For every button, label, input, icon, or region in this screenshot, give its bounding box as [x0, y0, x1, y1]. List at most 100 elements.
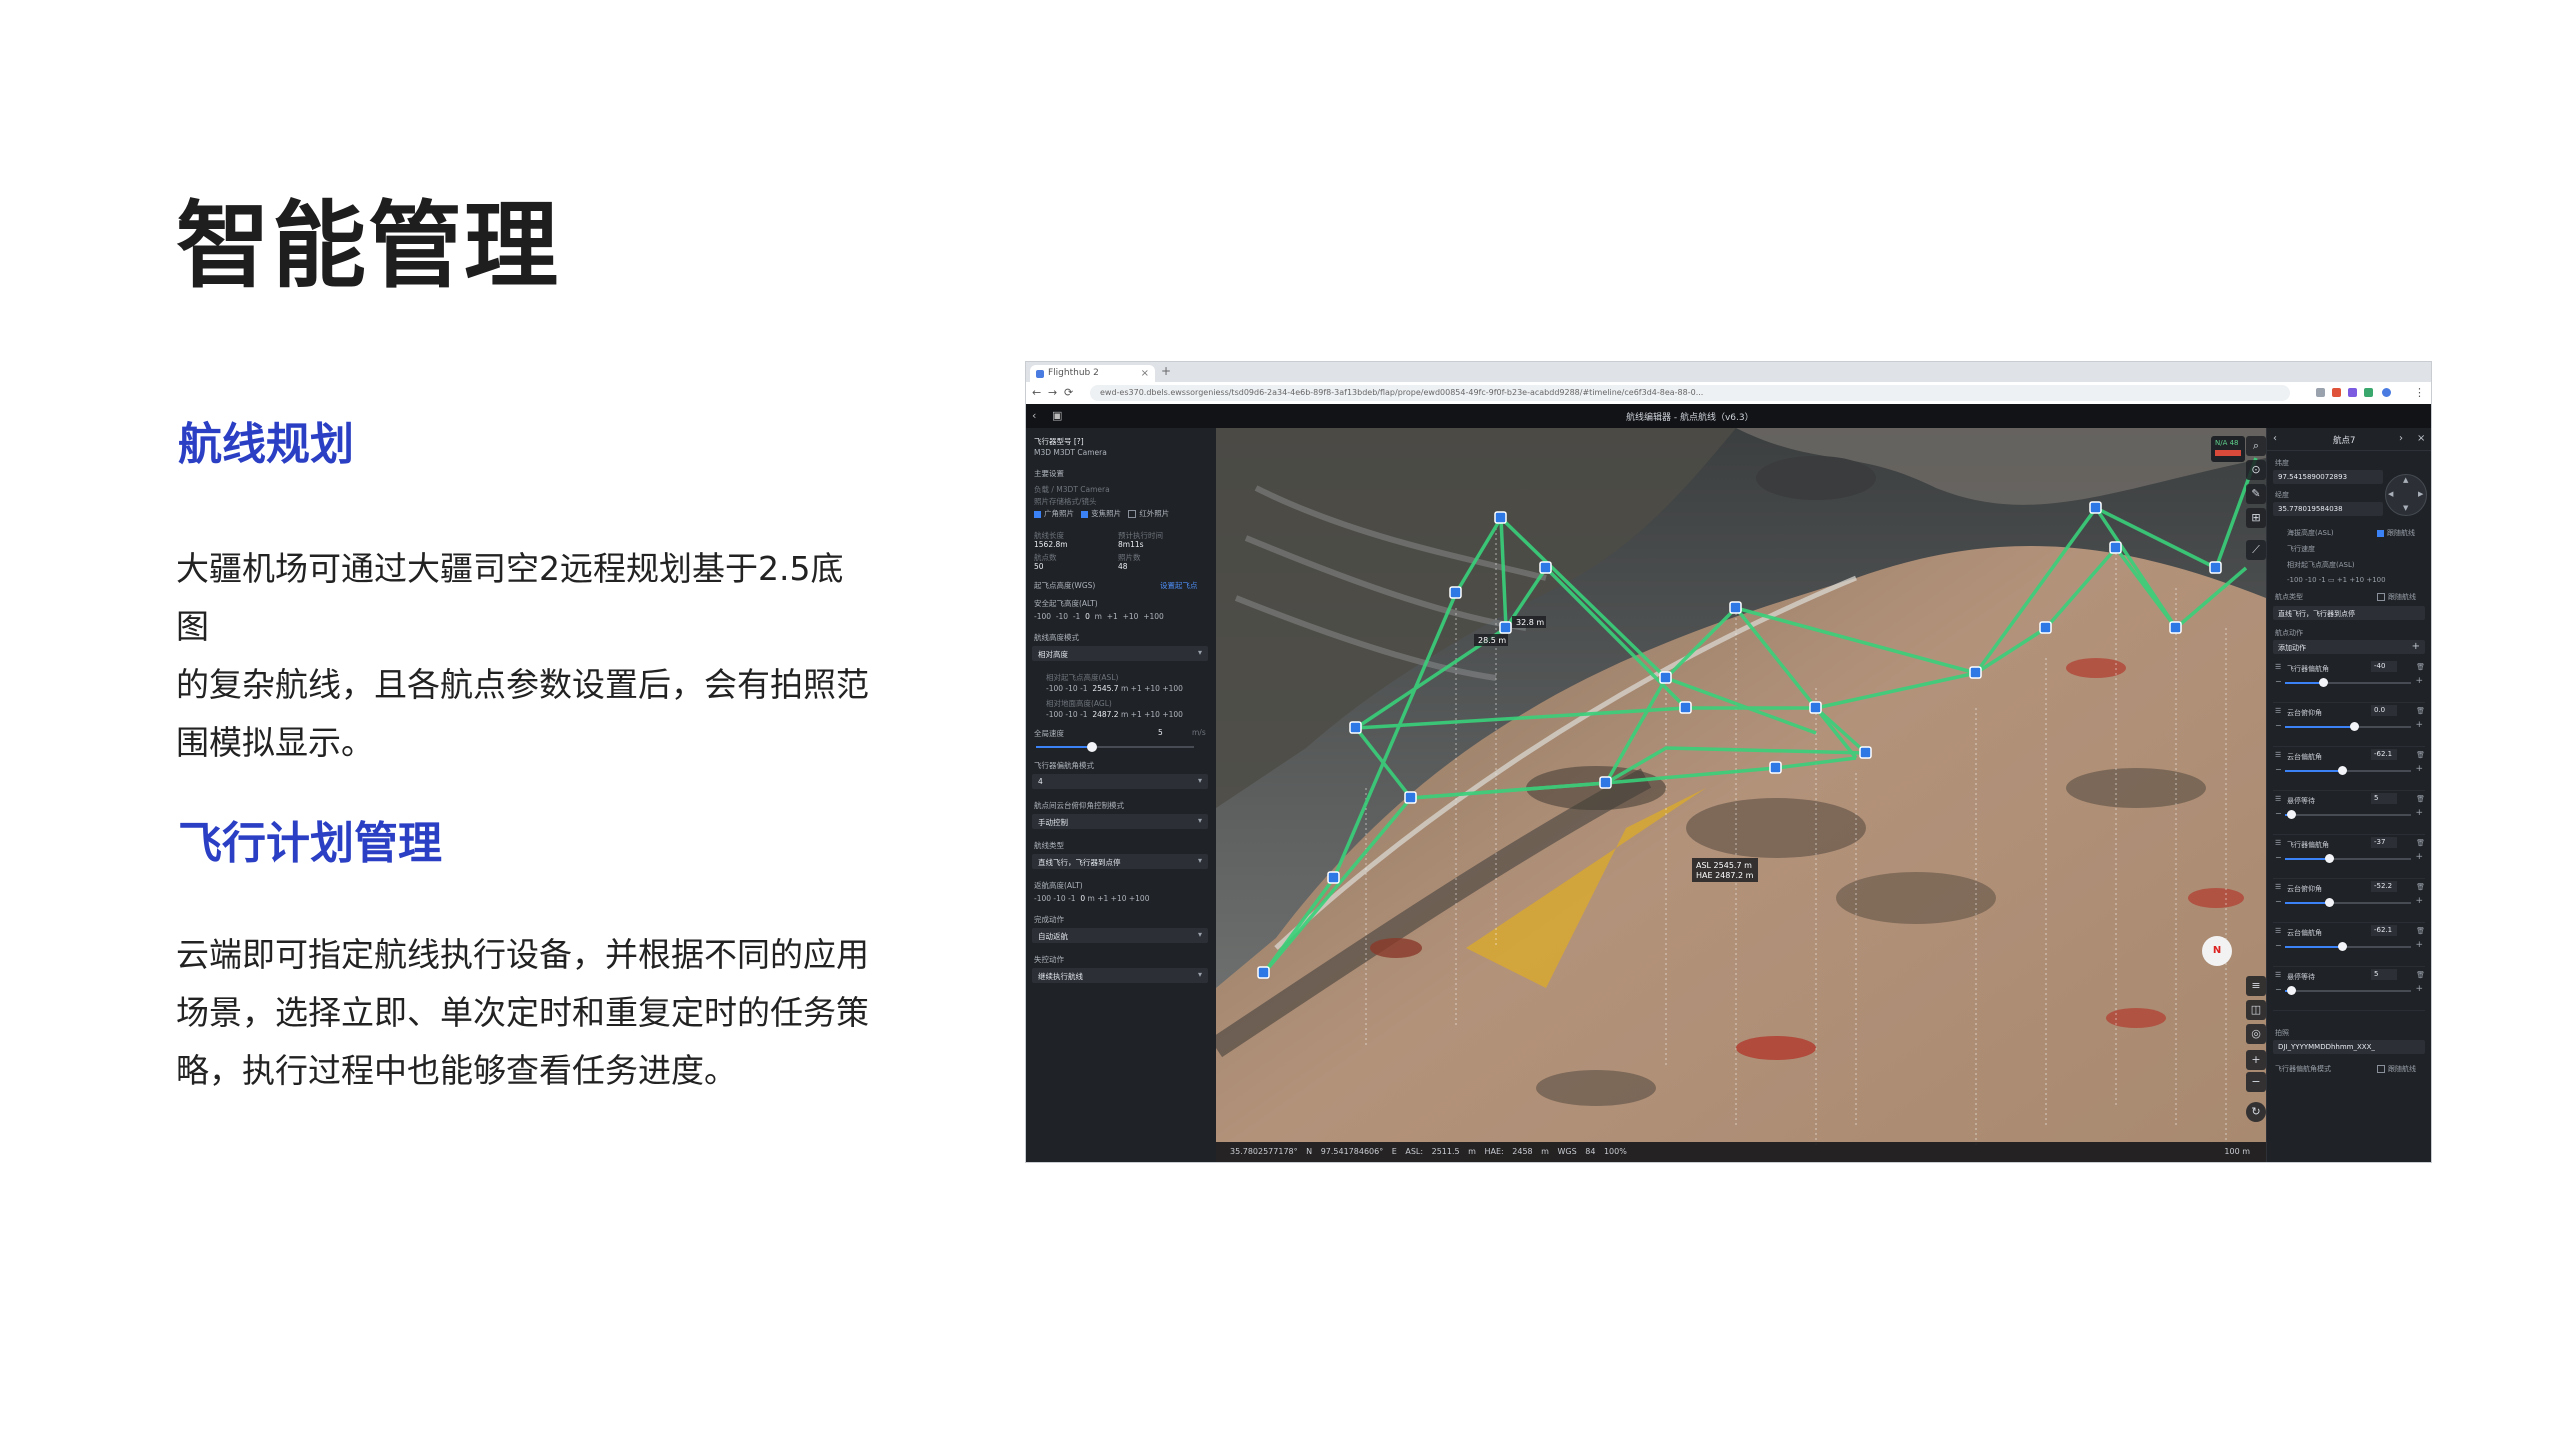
up-arrow-icon[interactable]: ▲: [2403, 476, 2408, 484]
drag-handle-icon[interactable]: ☰: [2275, 707, 2281, 715]
height-value[interactable]: 2545.7: [1092, 684, 1118, 693]
drag-handle-icon[interactable]: ☰: [2275, 751, 2281, 759]
zoom-in-icon[interactable]: +: [2246, 1050, 2266, 1070]
step-button[interactable]: -1: [1068, 894, 1075, 903]
plus-icon[interactable]: +: [2415, 764, 2423, 774]
delete-icon[interactable]: 🗑: [2416, 971, 2425, 979]
step-button[interactable]: +1: [1107, 612, 1118, 621]
drag-handle-icon[interactable]: ☰: [2275, 839, 2281, 847]
slider-knob[interactable]: [2337, 942, 2347, 951]
layers-icon[interactable]: ≡: [2246, 976, 2266, 996]
browser-tab[interactable]: Flighthub 2 ×: [1030, 365, 1155, 382]
waypoint-action[interactable]: ☰ 云台俯仰角 0.0 🗑 − +: [2273, 704, 2425, 747]
minus-icon[interactable]: −: [2275, 853, 2282, 862]
drag-handle-icon[interactable]: ☰: [2275, 795, 2281, 803]
action-value[interactable]: -52.2: [2371, 881, 2397, 892]
extension-icon[interactable]: [2316, 388, 2325, 397]
minus-icon[interactable]: −: [2275, 721, 2282, 730]
action-slider[interactable]: [2285, 898, 2411, 907]
extension-icon[interactable]: [2364, 388, 2373, 397]
step-button[interactable]: +1: [1131, 710, 1142, 719]
slider-knob[interactable]: [2337, 766, 2347, 775]
step-button[interactable]: +10: [1144, 684, 1160, 693]
rotate-icon[interactable]: ↻: [2246, 1102, 2266, 1122]
checkbox-unchecked[interactable]: [2377, 1065, 2385, 1073]
action-value[interactable]: 5: [2371, 793, 2397, 804]
safe-height-stepper[interactable]: -100 -10 -1 0 m +1 +10 +100: [1034, 612, 1164, 621]
checkbox-unchecked[interactable]: [1128, 510, 1137, 518]
plus-icon[interactable]: +: [2415, 676, 2423, 686]
slider-knob[interactable]: [2325, 898, 2335, 907]
lat-input[interactable]: 97.5415890072893: [2273, 470, 2383, 484]
slider-knob[interactable]: [1087, 742, 1097, 752]
map-view[interactable]: 28.5 m 32.8 m ASL 2545.7 m HAE 2487.2 m …: [1216, 428, 2266, 1162]
step-button[interactable]: -100: [1034, 612, 1051, 621]
step-button[interactable]: -10: [1065, 710, 1077, 719]
safe-height-value[interactable]: 0: [1085, 612, 1090, 621]
compass-icon[interactable]: N: [2202, 936, 2232, 966]
camera-view-icon[interactable]: ◫: [2246, 1000, 2266, 1020]
waypoint-action[interactable]: ☰ 飞行器偏航角 -37 🗑 − +: [2273, 836, 2425, 879]
grid-icon[interactable]: ⊞: [2246, 508, 2266, 528]
height-stepper-b[interactable]: -100 -10 -1 2487.2 m +1 +10 +100: [1046, 710, 1183, 719]
turn-select[interactable]: 直线飞行，飞行器到点停: [2273, 606, 2425, 620]
slider-knob[interactable]: [2325, 854, 2335, 863]
minus-icon[interactable]: −: [2275, 809, 2282, 818]
slider-knob[interactable]: [2350, 722, 2360, 731]
action-slider[interactable]: [2285, 722, 2411, 731]
position-pad[interactable]: ▲ ▼ ◀ ▶: [2385, 474, 2427, 516]
step-button[interactable]: -1: [1073, 612, 1080, 621]
action-value[interactable]: -40: [2371, 661, 2397, 672]
general-section-label[interactable]: 主要设置: [1034, 468, 1064, 479]
slider-knob[interactable]: [2287, 810, 2297, 819]
step-button[interactable]: +10: [1123, 612, 1139, 621]
action-slider[interactable]: [2285, 986, 2411, 995]
plus-icon[interactable]: +: [2415, 984, 2423, 994]
terrain-map[interactable]: 28.5 m 32.8 m ASL 2545.7 m HAE 2487.2 m: [1216, 428, 2266, 1162]
step-button[interactable]: -1: [1080, 710, 1087, 719]
profile-avatar-icon[interactable]: [2382, 388, 2391, 397]
minus-icon[interactable]: −: [2275, 677, 2282, 686]
step-button[interactable]: -10: [1053, 894, 1065, 903]
plus-icon[interactable]: +: [2415, 720, 2423, 730]
waypoint-action[interactable]: ☰ 悬停等待 5 🗑 − +: [2273, 968, 2425, 1011]
step-button[interactable]: +10: [1111, 894, 1127, 903]
delete-icon[interactable]: 🗑: [2416, 751, 2425, 759]
gimbal-mode-select[interactable]: 手动控制 ▾: [1032, 814, 1208, 829]
step-button[interactable]: +1: [1131, 684, 1142, 693]
action-slider[interactable]: [2285, 942, 2411, 951]
drag-handle-icon[interactable]: ☰: [2275, 927, 2281, 935]
minus-icon[interactable]: −: [2275, 897, 2282, 906]
delete-icon[interactable]: 🗑: [2416, 707, 2425, 715]
yaw-mode-select[interactable]: 4 ▾: [1032, 774, 1208, 789]
plus-icon[interactable]: +: [2412, 641, 2420, 652]
delete-icon[interactable]: 🗑: [2416, 927, 2425, 935]
step-button[interactable]: +100: [1143, 612, 1164, 621]
action-slider[interactable]: [2285, 810, 2411, 819]
next-waypoint-icon[interactable]: ›: [2399, 433, 2403, 444]
speed-value[interactable]: 5: [1158, 728, 1163, 737]
add-action-select[interactable]: 添加动作 +: [2273, 640, 2425, 654]
height-value[interactable]: 2487.2: [1092, 710, 1118, 719]
step-button[interactable]: -10: [1056, 612, 1068, 621]
route-type-select[interactable]: 直线飞行，飞行器到点停 ▾: [1032, 854, 1208, 869]
step-button[interactable]: +10: [1144, 710, 1160, 719]
action-value[interactable]: -62.1: [2371, 925, 2397, 936]
down-arrow-icon[interactable]: ▼: [2403, 504, 2408, 512]
slider-knob[interactable]: [2287, 986, 2297, 995]
waypoint-action[interactable]: ☰ 云台偏航角 -62.1 🗑 − +: [2273, 748, 2425, 791]
action-value[interactable]: 5: [2371, 969, 2397, 980]
minus-icon[interactable]: −: [2275, 985, 2282, 994]
slider-knob[interactable]: [2318, 678, 2328, 687]
drag-handle-icon[interactable]: ☰: [2275, 663, 2281, 671]
checkbox-checked[interactable]: [1081, 510, 1089, 518]
follow-route-toggle[interactable]: 跟随航线: [2377, 592, 2416, 602]
action-value[interactable]: -62.1: [2371, 749, 2397, 760]
ruler-icon[interactable]: ⟋: [2246, 540, 2266, 560]
alt-mode-select[interactable]: 相对高度 ▾: [1032, 646, 1208, 661]
pen-icon[interactable]: ✎: [2246, 484, 2266, 504]
step-button[interactable]: -100: [1046, 710, 1063, 719]
delete-icon[interactable]: 🗑: [2416, 883, 2425, 891]
step-button[interactable]: +100: [1162, 684, 1183, 693]
speed-slider[interactable]: [1036, 742, 1194, 752]
